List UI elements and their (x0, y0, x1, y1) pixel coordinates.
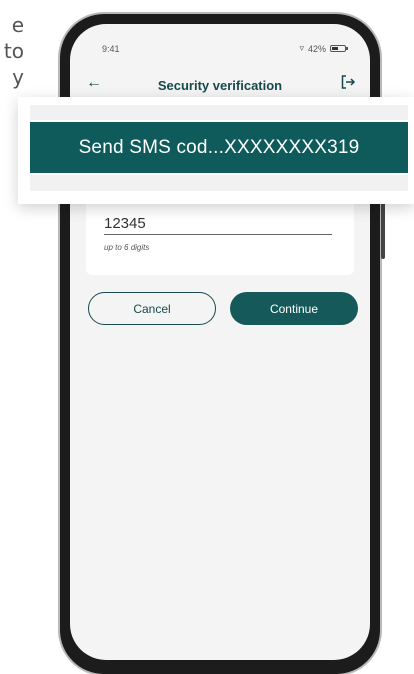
sms-toast-overlay: Send SMS cod...XXXXXXXX319 (18, 97, 414, 204)
background-text-line: y (12, 65, 24, 89)
status-indicators: ▿ 42% (299, 43, 348, 54)
toast-bottom-strip (30, 175, 408, 191)
arrow-left-icon[interactable]: ← (86, 74, 102, 92)
code-hint: up to 6 digits (104, 243, 150, 252)
battery-percent: 42% (307, 43, 326, 54)
sms-toast-banner: Send SMS cod...XXXXXXXX319 (30, 122, 408, 173)
continue-button[interactable]: Continue (230, 292, 358, 325)
status-bar: 9:41 ▿ 42% (70, 24, 370, 58)
page-title: Security verification (157, 77, 283, 93)
battery-icon (330, 45, 348, 52)
toast-top-strip (30, 105, 408, 120)
cancel-button[interactable]: Cancel (88, 292, 216, 325)
sms-code-input[interactable] (104, 212, 332, 235)
phone-side-button (381, 199, 385, 259)
toast-message: Send SMS cod...XXXXXXXX319 (78, 136, 360, 158)
background-text-line: to (3, 39, 24, 63)
logout-icon[interactable] (340, 74, 356, 95)
wifi-icon: ▿ (299, 43, 304, 53)
background-text-line: e (11, 13, 24, 37)
background-text: e to y (0, 12, 24, 90)
status-time: 9:41 (102, 44, 120, 54)
